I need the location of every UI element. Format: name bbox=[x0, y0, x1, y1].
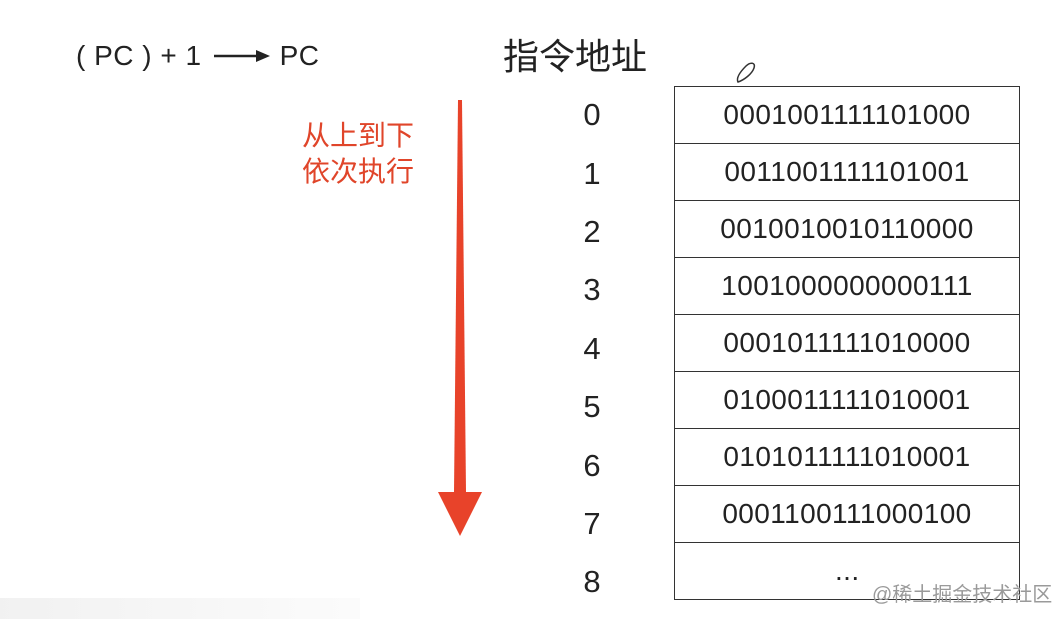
execution-order-note-line2: 依次执行 bbox=[302, 156, 415, 187]
memory-cell: 0100011111010001 bbox=[675, 372, 1019, 429]
address-label: 8 bbox=[583, 564, 601, 600]
memory-cell: 0001001111101000 bbox=[675, 87, 1019, 144]
address-label: 2 bbox=[583, 213, 601, 249]
watermark: @稀土掘金技术社区 bbox=[872, 584, 1053, 606]
memory-cell: 0101011111010001 bbox=[675, 429, 1019, 486]
right-arrow-icon bbox=[213, 50, 270, 62]
formula-lhs: ( PC ) + 1 bbox=[76, 40, 202, 71]
memory-cell: 0010010010110000 bbox=[675, 201, 1019, 258]
memory-cell: 0001011111010000 bbox=[675, 315, 1019, 372]
address-label: 3 bbox=[583, 272, 601, 308]
address-label: 0 bbox=[583, 97, 601, 133]
pc-increment-formula: ( PC ) + 1 PC bbox=[76, 34, 320, 78]
memory-cell: 1001000000000111 bbox=[675, 258, 1019, 315]
instruction-address-header: 指令地址 bbox=[503, 36, 648, 77]
faded-caption-strip bbox=[0, 598, 360, 619]
address-label: 5 bbox=[583, 389, 601, 425]
address-label: 4 bbox=[583, 330, 601, 366]
execution-order-note-line1: 从上到下 bbox=[302, 120, 415, 151]
formula-rhs: PC bbox=[279, 40, 320, 71]
down-arrow-icon bbox=[438, 100, 482, 536]
address-label: 1 bbox=[583, 155, 601, 191]
address-label: 6 bbox=[583, 447, 601, 483]
address-label: 7 bbox=[583, 505, 601, 541]
execution-order-note: 从上到下 依次执行 bbox=[302, 118, 414, 190]
memory-cell: 0001100111000100 bbox=[675, 486, 1019, 543]
address-column: 0 1 2 3 4 5 6 7 8 bbox=[566, 86, 618, 612]
memory-table: 0001001111101000 0011001111101001 001001… bbox=[674, 86, 1020, 600]
pen-mark-icon bbox=[736, 62, 756, 83]
memory-cell: 0011001111101001 bbox=[675, 144, 1019, 201]
